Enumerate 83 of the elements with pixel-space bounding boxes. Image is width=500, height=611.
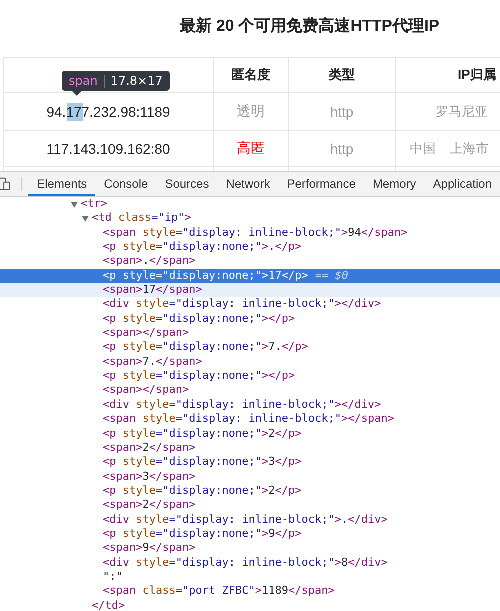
- code-line: </td>: [92, 598, 126, 611]
- devtools-tab[interactable]: Sources: [156, 172, 218, 196]
- code-line: <p style="display:none;"></p>: [103, 312, 296, 326]
- column-header: IP归属: [396, 58, 500, 93]
- dom-node-row[interactable]: <p style="display:none;">9</p>: [0, 526, 500, 542]
- device-toolbar-icon[interactable]: [0, 176, 12, 192]
- dom-node-row[interactable]: <tr>: [0, 197, 500, 212]
- ip-port-cell: 94.177.232.98:1189: [4, 93, 214, 131]
- dom-node-row[interactable]: <span>7.</span>: [0, 354, 500, 370]
- code-line: <span>7.</span>: [103, 354, 202, 370]
- dom-node-row[interactable]: <span class="port ZFBC">1189</span>: [0, 584, 500, 599]
- tooltip-tag: span: [69, 74, 98, 88]
- code-line: <div style="display: inline-block;">.</div>: [103, 512, 388, 527]
- dom-node-row[interactable]: <span style="display: inline-block;">94</span>: [0, 226, 500, 240]
- code-line: <span>17</span>: [103, 283, 202, 298]
- location-text: 罗马尼亚: [436, 102, 488, 120]
- code-line: <div style="display: inline-block;">8</div>: [103, 556, 388, 570]
- devtools-tab[interactable]: Performance: [278, 172, 364, 196]
- type-cell: http: [289, 131, 396, 167]
- anonymity-cell: 透明: [214, 93, 289, 131]
- dom-node-row[interactable]: <div style="display: inline-block;">8</div>: [0, 556, 500, 570]
- expanded-triangle-icon[interactable]: [71, 200, 78, 208]
- location-text: 中国: [410, 140, 436, 158]
- code-line: <p style="display:none;">17</p>: [103, 268, 308, 284]
- code-line: <span></span>: [103, 383, 190, 398]
- dom-node-row[interactable]: <p style="display:none;">7.</p>: [0, 340, 500, 355]
- devtools-tab[interactable]: Memory: [364, 172, 424, 196]
- code-line: <span>3</span>: [103, 470, 196, 484]
- code-line: <p style="display:none;">2</p>: [103, 426, 302, 441]
- code-line: <span>2</span>: [103, 498, 196, 513]
- code-line: <span>9</span>: [103, 541, 196, 556]
- code-line: <p style="display:none;">.</p>: [103, 240, 302, 254]
- code-line: <span>2</span>: [103, 440, 196, 456]
- dom-node-row[interactable]: <p style="display:none;">2</p>: [0, 484, 500, 498]
- dom-node-row[interactable]: <p style="display:none;">3</p>: [0, 455, 500, 470]
- devtools-tab[interactable]: Network: [217, 172, 278, 196]
- dom-node-row[interactable]: <span></span>: [0, 326, 500, 340]
- devtools-tab[interactable]: Application: [424, 172, 500, 196]
- dom-node-row[interactable]: <p style="display:none;"></p>: [0, 369, 500, 384]
- dom-node-row[interactable]: <p style="display:none;">17</p> == $0: [0, 268, 500, 284]
- dom-node-row[interactable]: <p style="display:none;">2</p>: [0, 426, 500, 441]
- dom-node-row[interactable]: <div style="display: inline-block;"></div>: [0, 398, 500, 412]
- dom-node-row[interactable]: <span>3</span>: [0, 470, 500, 484]
- devtools-tab[interactable]: Console: [95, 172, 156, 196]
- code-line: <p style="display:none;">2</p>: [103, 484, 302, 498]
- code-line: <p style="display:none;">3</p>: [103, 455, 302, 470]
- dom-node-row[interactable]: <p style="display:none;"></p>: [0, 312, 500, 326]
- code-line: <span>.</span>: [103, 254, 196, 269]
- devtools-tab[interactable]: Elements: [28, 172, 96, 196]
- dom-node-row[interactable]: <span style="display: inline-block;"></span>: [0, 412, 500, 426]
- type-cell: http: [289, 93, 396, 131]
- dom-node-row[interactable]: ":": [0, 570, 500, 584]
- dom-node-row[interactable]: <span>17</span>: [0, 283, 500, 298]
- ip-port-cell: 117.143.109.162:80: [4, 131, 214, 167]
- code-line: <span></span>: [103, 326, 190, 340]
- page-title: 最新 20 个可用免费高速HTTP代理IP: [179, 16, 441, 37]
- code-line: <p style="display:none;">9</p>: [103, 526, 302, 542]
- code-line: <span style="display: inline-block;"></span>: [103, 412, 394, 426]
- dom-node-row[interactable]: <div style="display: inline-block;">.</div>: [0, 512, 500, 527]
- dom-node-row[interactable]: <p style="display:none;">.</p>: [0, 240, 500, 254]
- dom-node-row[interactable]: <span>2</span>: [0, 498, 500, 513]
- code-line: <span class="port ZFBC">1189</span>: [103, 584, 335, 599]
- column-header: 类型: [289, 58, 396, 93]
- console-reference: == $0: [315, 268, 348, 284]
- code-line: ":": [103, 570, 123, 584]
- dom-node-row[interactable]: <span></span>: [0, 383, 500, 398]
- code-line: <tr>: [81, 197, 108, 212]
- code-line: <p style="display:none;"></p>: [103, 369, 296, 384]
- anonymity-cell: 高匿: [214, 131, 289, 167]
- code-line: <div style="display: inline-block;"></div>: [103, 297, 382, 312]
- location-text: 上海市: [450, 140, 489, 158]
- dom-node-row[interactable]: <span>9</span>: [0, 541, 500, 556]
- column-header: 匿名度: [214, 58, 289, 93]
- code-line: <div style="display: inline-block;"></div>: [103, 398, 382, 412]
- code-line: <td class="ip">: [92, 211, 192, 226]
- tooltip-size: 17.8×17: [110, 74, 163, 88]
- dom-node-row[interactable]: <span>2</span>: [0, 440, 500, 456]
- code-line: <p style="display:none;">7.</p>: [103, 340, 308, 355]
- dom-node-row[interactable]: <div style="display: inline-block;"></div>: [0, 297, 500, 312]
- expanded-triangle-icon[interactable]: [82, 215, 89, 222]
- code-line: <span style="display: inline-block;">94</span>: [103, 226, 408, 240]
- dom-node-row[interactable]: <span>.</span>: [0, 254, 500, 269]
- dom-node-row[interactable]: <td class="ip">: [0, 211, 500, 226]
